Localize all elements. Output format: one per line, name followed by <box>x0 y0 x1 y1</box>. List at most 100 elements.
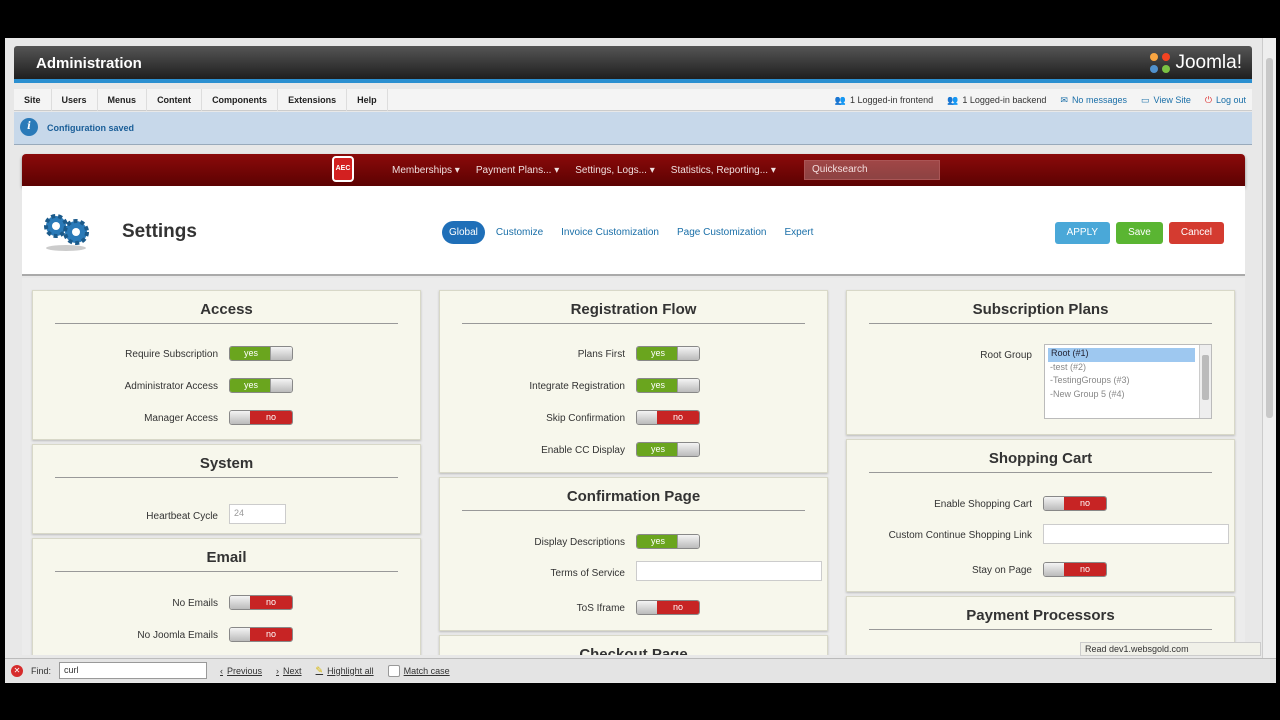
nav-memberships[interactable]: Memberships ▾ <box>392 165 460 176</box>
users-icon: 👥 <box>947 94 959 105</box>
root-group-listbox[interactable]: Root (#1) -test (#2) -TestingGroups (#3)… <box>1044 344 1212 419</box>
admin-access-label: Administrator Access <box>124 381 218 392</box>
email-title: Email <box>55 549 398 572</box>
find-previous-button[interactable]: ‹ Previous <box>220 666 262 676</box>
settings-header: Settings Global Customize Invoice Custom… <box>22 186 1245 276</box>
manager-access-toggle[interactable]: no <box>229 410 293 425</box>
nav-payment-plans[interactable]: Payment Plans... ▾ <box>476 165 559 176</box>
checkout-title: Checkout Page <box>462 646 805 655</box>
admin-header: Administration Joomla! <box>14 46 1252 83</box>
admin-access-toggle[interactable]: yes <box>229 378 293 393</box>
heartbeat-label: Heartbeat Cycle <box>146 511 218 522</box>
menu-components[interactable]: Components <box>202 88 279 111</box>
match-case-checkbox[interactable]: Match case <box>387 664 450 677</box>
enable-cart-toggle[interactable]: no <box>1043 496 1107 511</box>
cancel-button[interactable]: Cancel <box>1168 222 1224 244</box>
logout-link[interactable]: ⏻ Log out <box>1205 95 1246 106</box>
menu-help[interactable]: Help <box>347 88 388 111</box>
aec-logo[interactable]: AEC <box>332 156 354 182</box>
tos-iframe-label: ToS Iframe <box>576 603 625 614</box>
checkout-card: Checkout Page <box>439 635 828 655</box>
menu-menus[interactable]: Menus <box>98 88 148 111</box>
find-bar: ✕ Find: curl ‹ Previous › Next ✎ Highlight … <box>5 658 1276 682</box>
skip-confirmation-label: Skip Confirmation <box>546 413 625 424</box>
shopping-cart-card: Shopping Cart Enable Shopping Cart no Cu… <box>846 439 1235 592</box>
access-card: Access Require Subscription yes Administ… <box>32 290 421 440</box>
view-site-link[interactable]: ▭ View Site <box>1141 95 1191 106</box>
tab-expert[interactable]: Expert <box>777 221 820 244</box>
find-next-button[interactable]: › Next <box>276 666 302 676</box>
chevron-right-icon: › <box>276 665 280 676</box>
root-group-label: Root Group <box>980 350 1032 361</box>
no-emails-label: No Emails <box>172 598 218 609</box>
close-icon[interactable]: ✕ <box>11 664 23 677</box>
messages-label: No messages <box>1071 95 1127 105</box>
registration-card: Registration Flow Plans First yes Integr… <box>439 290 828 473</box>
info-icon: i <box>20 118 38 136</box>
stay-on-page-label: Stay on Page <box>971 565 1032 576</box>
payment-processors-title: Payment Processors <box>869 607 1212 630</box>
nav-settings-logs[interactable]: Settings, Logs... ▾ <box>575 165 655 176</box>
require-subscription-toggle[interactable]: yes <box>229 346 293 361</box>
continue-link-label: Custom Continue Shopping Link <box>888 530 1032 541</box>
no-emails-toggle[interactable]: no <box>229 595 293 610</box>
access-title: Access <box>55 301 398 324</box>
tos-iframe-toggle[interactable]: no <box>636 600 700 615</box>
quicksearch-input[interactable]: Quicksearch <box>804 160 940 180</box>
display-descriptions-label: Display Descriptions <box>534 537 625 548</box>
list-item[interactable]: -TestingGroups (#3) <box>1045 375 1193 389</box>
integrate-registration-toggle[interactable]: yes <box>636 378 700 393</box>
apply-button[interactable]: APPLY <box>1054 222 1111 244</box>
browser-window: Administration Joomla! Site Users Menus … <box>5 38 1276 683</box>
nav-statistics[interactable]: Statistics, Reporting... ▾ <box>671 165 776 176</box>
backend-users-label: 1 Logged-in backend <box>962 95 1047 105</box>
save-button[interactable]: Save <box>1116 222 1163 244</box>
list-item[interactable]: -test (#2) <box>1045 362 1193 376</box>
stay-on-page-toggle[interactable]: no <box>1043 562 1107 577</box>
menu-content[interactable]: Content <box>147 88 203 111</box>
tab-invoice-customization[interactable]: Invoice Customization <box>554 221 666 244</box>
subscription-plans-card: Subscription Plans Root Group Root (#1) … <box>846 290 1235 435</box>
settings-tabs: Global Customize Invoice Customization P… <box>442 221 820 244</box>
list-item[interactable]: Root (#1) <box>1048 348 1195 362</box>
scrollbar-thumb[interactable] <box>1266 58 1273 418</box>
display-descriptions-toggle[interactable]: yes <box>636 534 700 549</box>
vertical-scrollbar[interactable] <box>1262 38 1276 658</box>
frontend-users: 👥 1 Logged-in frontend <box>835 95 933 106</box>
tab-page-customization[interactable]: Page Customization <box>670 221 774 244</box>
tab-global[interactable]: Global <box>442 221 485 244</box>
enable-cart-label: Enable Shopping Cart <box>934 499 1032 510</box>
admin-title: Administration <box>36 55 142 72</box>
continue-link-input[interactable] <box>1043 524 1229 544</box>
menu-users[interactable]: Users <box>52 88 98 111</box>
menu-site[interactable]: Site <box>14 88 52 111</box>
chevron-left-icon: ‹ <box>220 665 224 676</box>
joomla-logo: Joomla! <box>1148 51 1242 75</box>
heartbeat-input[interactable]: 24 <box>229 504 286 524</box>
tos-label: Terms of Service <box>550 568 625 579</box>
skip-confirmation-toggle[interactable]: no <box>636 410 700 425</box>
tab-customize[interactable]: Customize <box>489 221 550 244</box>
messages-link[interactable]: ✉ No messages <box>1060 95 1127 106</box>
listbox-scrollbar[interactable] <box>1199 345 1211 418</box>
aec-toolbar: AEC Memberships ▾ Payment Plans... ▾ Set… <box>22 154 1245 186</box>
plans-first-toggle[interactable]: yes <box>636 346 700 361</box>
joomla-logo-icon <box>1150 53 1171 73</box>
highlight-all-button[interactable]: ✎ Highlight all <box>316 665 374 676</box>
checkbox-icon[interactable] <box>387 664 400 677</box>
cc-display-toggle[interactable]: yes <box>636 442 700 457</box>
aec-nav: Memberships ▾ Payment Plans... ▾ Setting… <box>392 154 776 186</box>
page-title: Settings <box>122 221 197 242</box>
mail-icon: ✉ <box>1060 94 1068 105</box>
logout-label: Log out <box>1215 95 1246 105</box>
tos-input[interactable] <box>636 561 822 581</box>
no-joomla-emails-toggle[interactable]: no <box>229 627 293 642</box>
message-text: Configuration saved <box>47 123 135 133</box>
manager-access-label: Manager Access <box>144 413 218 424</box>
system-message: i Configuration saved <box>14 112 1252 145</box>
menu-extensions[interactable]: Extensions <box>278 88 348 111</box>
require-subscription-label: Require Subscription <box>125 349 218 360</box>
list-item[interactable]: -New Group 5 (#4) <box>1045 389 1193 403</box>
find-input[interactable]: curl <box>59 662 208 679</box>
email-card: Email No Emails no No Joomla Emails no <box>32 538 421 655</box>
